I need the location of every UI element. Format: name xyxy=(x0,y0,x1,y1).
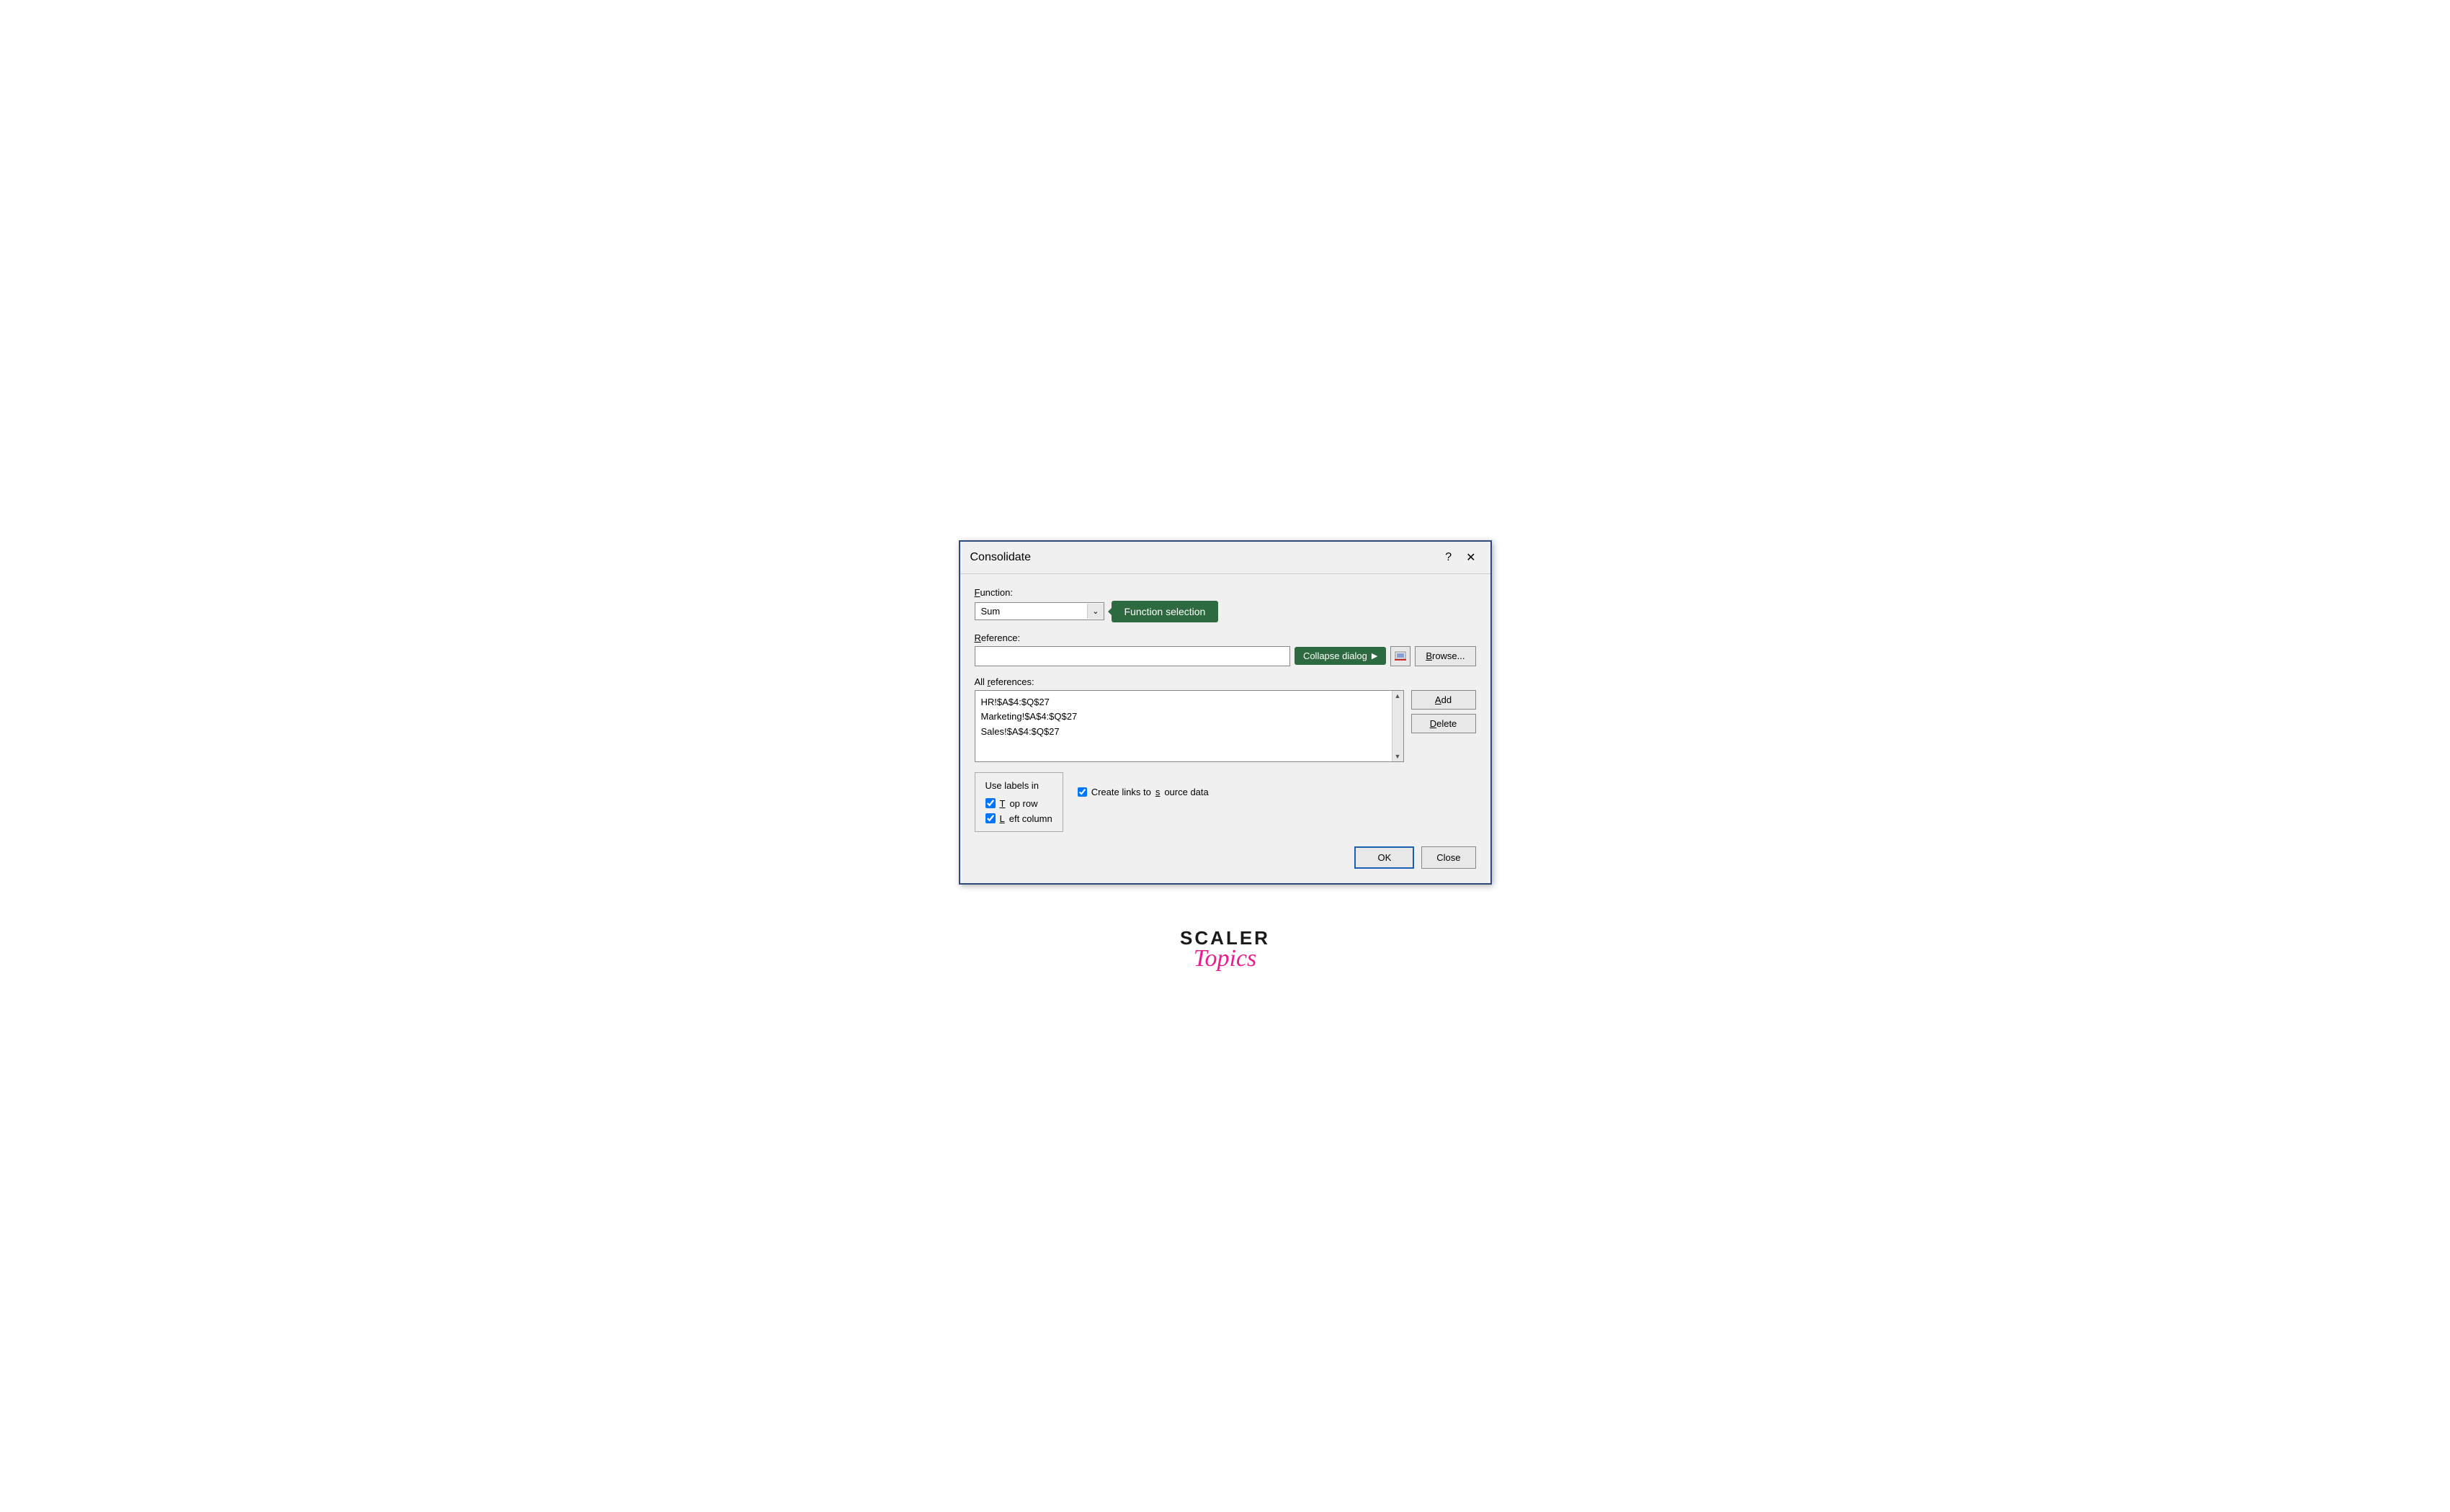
create-links-checkbox-label[interactable]: Create links to source data xyxy=(1078,787,1209,797)
list-item[interactable]: HR!$A$4:$Q$27 xyxy=(981,695,1398,710)
all-refs-row: HR!$A$4:$Q$27 Marketing!$A$4:$Q$27 Sales… xyxy=(975,690,1476,762)
collapse-icon xyxy=(1395,651,1406,661)
top-row-checkbox-label[interactable]: Top row xyxy=(985,798,1052,809)
all-references-section: All references: HR!$A$4:$Q$27 Marketing!… xyxy=(975,676,1476,762)
close-icon[interactable]: ✕ xyxy=(1462,549,1480,566)
function-selection-tooltip: Function selection xyxy=(1112,601,1219,622)
delete-button[interactable]: Delete xyxy=(1411,714,1476,733)
list-item[interactable]: Marketing!$A$4:$Q$27 xyxy=(981,710,1398,725)
scaler-brand: SCALER Topics xyxy=(1180,928,1270,972)
function-label: Function: xyxy=(975,587,1476,598)
function-select[interactable]: Sum Count Average Max Min xyxy=(975,603,1088,619)
function-select-wrapper: Sum Count Average Max Min ⌄ xyxy=(975,602,1104,620)
consolidate-dialog: Consolidate ? ✕ Function: Sum Count xyxy=(959,540,1492,885)
reference-input[interactable] xyxy=(975,646,1290,666)
close-button[interactable]: Close xyxy=(1421,846,1475,869)
page-wrapper: Consolidate ? ✕ Function: Sum Count xyxy=(930,511,1521,1001)
top-row-checkbox[interactable] xyxy=(985,798,996,808)
reference-label: Reference: xyxy=(975,632,1476,643)
dialog-buttons: OK Close xyxy=(975,846,1476,869)
function-row: Sum Count Average Max Min ⌄ Function sel… xyxy=(975,601,1476,622)
select-arrow-icon[interactable]: ⌄ xyxy=(1087,604,1103,619)
bottom-section: Use labels in Top row Left column Create… xyxy=(975,772,1476,832)
collapse-dialog-button[interactable]: Collapse dialog xyxy=(1295,647,1386,665)
titlebar-controls: ? ✕ xyxy=(1441,549,1480,566)
function-field: Function: Sum Count Average Max Min ⌄ Fu… xyxy=(975,587,1476,622)
left-column-checkbox[interactable] xyxy=(985,813,996,823)
create-links-checkbox[interactable] xyxy=(1078,787,1087,797)
dialog-body: Function: Sum Count Average Max Min ⌄ Fu… xyxy=(960,574,1490,883)
dialog-title: Consolidate xyxy=(970,551,1032,564)
topics-text: Topics xyxy=(1194,945,1257,972)
refs-list-wrapper: HR!$A$4:$Q$27 Marketing!$A$4:$Q$27 Sales… xyxy=(975,690,1404,762)
add-button[interactable]: Add xyxy=(1411,690,1476,710)
scroll-down-icon[interactable]: ▼ xyxy=(1395,753,1401,760)
refs-list: HR!$A$4:$Q$27 Marketing!$A$4:$Q$27 Sales… xyxy=(975,691,1403,744)
use-labels-section: Use labels in Top row Left column xyxy=(975,772,1063,832)
left-column-checkbox-label[interactable]: Left column xyxy=(985,813,1052,824)
use-labels-title: Use labels in xyxy=(985,780,1052,791)
help-button[interactable]: ? xyxy=(1441,550,1456,565)
ok-button[interactable]: OK xyxy=(1354,846,1414,869)
refs-scrollbar: ▲ ▼ xyxy=(1392,691,1403,761)
all-references-label: All references: xyxy=(975,676,1476,687)
scroll-up-icon[interactable]: ▲ xyxy=(1395,692,1401,699)
dialog-titlebar: Consolidate ? ✕ xyxy=(960,542,1490,574)
list-item[interactable]: Sales!$A$4:$Q$27 xyxy=(981,725,1398,740)
reference-row: Collapse dialog Browse... xyxy=(975,646,1476,666)
browse-button[interactable]: Browse... xyxy=(1415,646,1475,666)
refs-side-buttons: Add Delete xyxy=(1411,690,1476,762)
reference-field: Reference: Collapse dialog xyxy=(975,632,1476,666)
collapse-icon-button[interactable] xyxy=(1390,646,1410,666)
